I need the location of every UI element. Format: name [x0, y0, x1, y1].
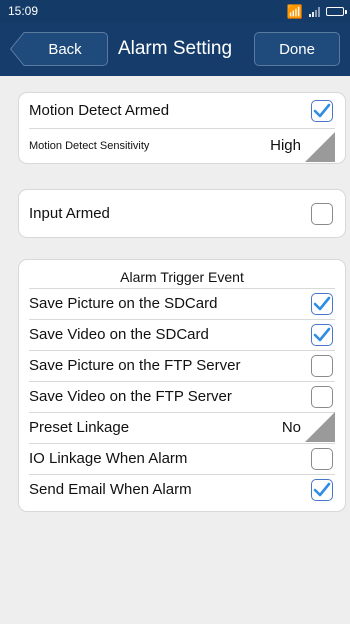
preset-linkage-label: Preset Linkage [29, 419, 130, 436]
page-title: Alarm Setting [117, 38, 233, 59]
alarm-trigger-group: Alarm Trigger Event Save Picture on the … [18, 259, 346, 512]
io-linkage-checkbox[interactable] [311, 447, 333, 470]
save-picture-sdcard-label: Save Picture on the SDCard [29, 295, 218, 312]
save-video-sdcard-label: Save Video on the SDCard [29, 326, 209, 343]
back-button-label: Back [48, 40, 82, 58]
status-icons: 📶 [286, 3, 347, 19]
wifi-icon: 📶 [286, 3, 303, 19]
save-picture-sdcard-checkbox[interactable] [311, 292, 333, 315]
preset-linkage-row[interactable]: Preset Linkage No [19, 412, 345, 443]
io-linkage-row[interactable]: IO Linkage When Alarm [19, 443, 345, 474]
check-icon [313, 103, 331, 117]
done-button[interactable]: Done [254, 32, 340, 66]
motion-settings-group: Motion Detect Armed Motion Detect Sensit… [18, 92, 346, 164]
signal-icon [309, 6, 320, 17]
dropdown-corner-icon[interactable] [305, 132, 335, 162]
save-video-sdcard-row[interactable]: Save Video on the SDCard [19, 319, 345, 350]
status-time: 15:09 [8, 4, 39, 18]
status-bar: 15:09 📶 [0, 0, 350, 22]
input-armed-checkbox[interactable] [311, 202, 333, 225]
save-picture-ftp-label: Save Picture on the FTP Server [29, 357, 241, 374]
send-email-checkbox[interactable] [311, 478, 333, 501]
input-armed-row[interactable]: Input Armed [19, 190, 345, 237]
check-icon [313, 327, 331, 341]
motion-detect-sensitivity-row[interactable]: Motion Detect Sensitivity High [19, 128, 345, 163]
save-video-ftp-row[interactable]: Save Video on the FTP Server [19, 381, 345, 412]
preset-linkage-value: No [281, 419, 301, 436]
dropdown-corner-icon[interactable] [305, 412, 335, 442]
save-video-ftp-checkbox[interactable] [311, 385, 333, 408]
motion-detect-sensitivity-value: High [270, 137, 301, 154]
alarm-trigger-heading: Alarm Trigger Event [120, 269, 244, 285]
save-video-ftp-label: Save Video on the FTP Server [29, 388, 232, 405]
save-picture-sdcard-row[interactable]: Save Picture on the SDCard [19, 288, 345, 319]
back-button[interactable]: Back [10, 32, 108, 66]
check-icon [313, 296, 331, 310]
alarm-setting-screen: 15:09 📶 Back Alarm Setting Done Motion D… [0, 0, 350, 624]
send-email-row[interactable]: Send Email When Alarm [19, 474, 345, 505]
battery-icon [326, 6, 347, 16]
check-icon [313, 482, 331, 496]
save-picture-ftp-checkbox[interactable] [311, 354, 333, 377]
save-video-sdcard-checkbox[interactable] [311, 323, 333, 346]
input-armed-label: Input Armed [29, 205, 110, 222]
io-linkage-label: IO Linkage When Alarm [29, 450, 188, 467]
motion-detect-armed-row[interactable]: Motion Detect Armed [19, 93, 345, 128]
motion-detect-armed-checkbox[interactable] [311, 99, 333, 122]
input-settings-group: Input Armed [18, 189, 346, 238]
motion-detect-sensitivity-label: Motion Detect Sensitivity [29, 139, 150, 152]
save-picture-ftp-row[interactable]: Save Picture on the FTP Server [19, 350, 345, 381]
motion-detect-armed-label: Motion Detect Armed [29, 102, 170, 119]
send-email-label: Send Email When Alarm [29, 481, 192, 498]
navigation-bar: Back Alarm Setting Done [0, 22, 350, 76]
